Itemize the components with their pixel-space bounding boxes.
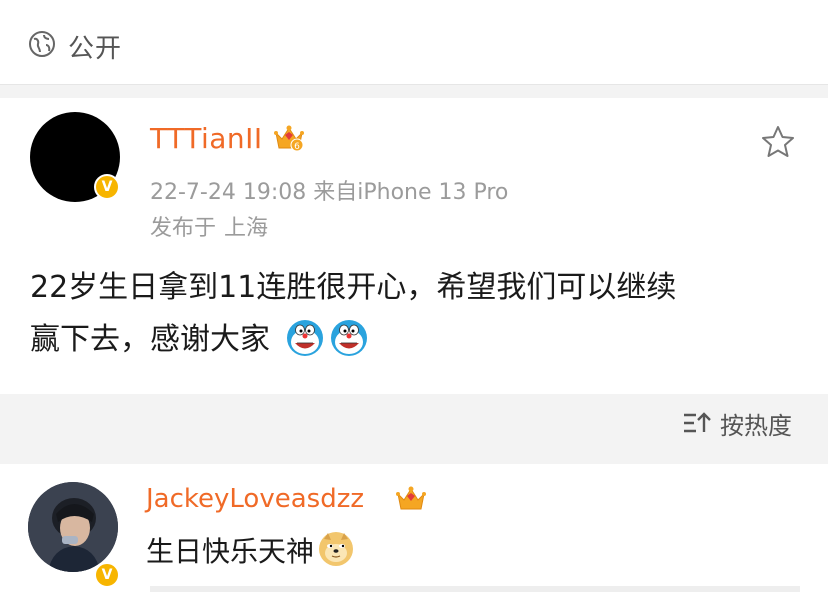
post-timestamp: 22-7-24 19:08 来自iPhone 13 Pro (150, 180, 509, 205)
avatar[interactable]: V (30, 112, 120, 202)
sort-row: 按热度 (0, 394, 828, 464)
doge-emoji-icon (319, 532, 354, 566)
post-text: 22岁生日拿到11连胜很开心，希望我们可以继续 赢下去，感谢大家 (30, 262, 800, 366)
comment-text-wrap: 生日快乐天神 (146, 530, 354, 570)
crown-level-icon: 6 (274, 125, 304, 152)
post-username[interactable]: TTTianII (150, 122, 263, 155)
comment-avatar[interactable]: V (28, 482, 120, 588)
star-icon[interactable] (760, 124, 796, 160)
crown-icon (396, 486, 426, 510)
svg-text:6: 6 (294, 142, 300, 152)
post-text-line2: 赢下去，感谢大家 (30, 322, 270, 357)
post-text-line1: 22岁生日拿到11连胜很开心，希望我们可以继续 (30, 270, 677, 305)
comment-text: 生日快乐天神 (146, 535, 315, 568)
location-prefix: 发布于 (150, 216, 217, 241)
visibility-label: 公开 (68, 34, 123, 64)
verified-badge: V (94, 562, 120, 588)
doraemon-emoji-icon (286, 320, 323, 356)
comment-avatar-image (28, 482, 118, 572)
comment-username[interactable]: JackeyLoveasdzz (146, 484, 364, 514)
sort-label[interactable]: 按热度 (720, 406, 792, 441)
post-location: 发布于 上海 (150, 210, 276, 242)
doraemon-emoji-icon (330, 320, 367, 356)
divider (150, 586, 800, 592)
globe-icon (29, 31, 55, 57)
comment-item: V JackeyLoveasdzz 生日快乐天神 (0, 464, 828, 594)
verified-badge: V (94, 174, 120, 200)
post-text-line2-wrap: 赢下去，感谢大家 (30, 314, 800, 366)
visibility-bar[interactable]: 公开 (0, 0, 828, 85)
post-card: V TTTianII 6 22-7-24 19:08 来自iPhone 13 P… (0, 98, 828, 394)
location-city: 上海 (224, 216, 269, 241)
sort-icon[interactable] (682, 410, 712, 436)
